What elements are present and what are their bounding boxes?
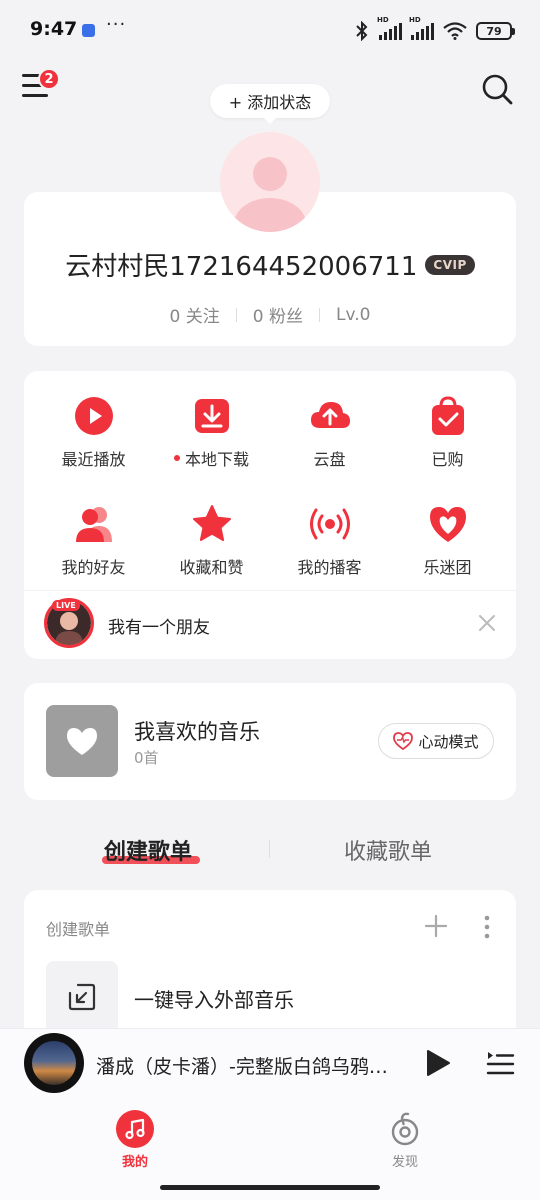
nav-mine-icon[interactable] bbox=[116, 1110, 154, 1148]
menu-badge: 2 bbox=[38, 68, 60, 90]
music-note-icon bbox=[125, 1118, 145, 1140]
nav-discover-label[interactable]: 发现 bbox=[392, 1151, 418, 1170]
import-music-cover[interactable] bbox=[46, 961, 118, 1033]
vip-badge[interactable]: CVIP bbox=[425, 254, 475, 275]
home-indicator[interactable] bbox=[160, 1185, 380, 1190]
notification-app-icon bbox=[82, 24, 95, 37]
now-playing-title[interactable]: 潘成（皮卡潘）-完整版白鸽乌鸦相爱的戏码 bbox=[96, 1052, 396, 1079]
heart-icon bbox=[67, 728, 97, 755]
stat-divider bbox=[319, 307, 321, 322]
tab-divider bbox=[269, 840, 270, 858]
followers-stat[interactable]: 0 粉丝 bbox=[253, 302, 303, 327]
search-icon[interactable] bbox=[480, 72, 514, 106]
grid-item-purchased[interactable]: 已购 bbox=[386, 394, 509, 494]
grid-item-friends[interactable]: 我的好友 bbox=[32, 502, 155, 602]
grid-item-podcast[interactable]: 我的播客 bbox=[268, 502, 391, 602]
level-stat[interactable]: Lv.0 bbox=[336, 305, 370, 325]
heartbeat-icon bbox=[393, 732, 414, 750]
friends-icon bbox=[75, 507, 112, 542]
album-art[interactable] bbox=[24, 1033, 84, 1093]
add-playlist-icon[interactable] bbox=[424, 914, 448, 938]
nav-mine-label[interactable]: 我的 bbox=[122, 1151, 148, 1170]
download-icon bbox=[194, 399, 229, 433]
live-banner-text[interactable]: 我有一个朋友 bbox=[108, 613, 210, 638]
grid-item-recent[interactable]: 最近播放 bbox=[32, 394, 155, 494]
shopping-bag-icon bbox=[431, 396, 464, 435]
import-icon bbox=[68, 983, 96, 1011]
broadcast-icon bbox=[309, 508, 350, 540]
star-icon bbox=[192, 505, 231, 541]
grid-item-fan-club[interactable]: 乐迷团 bbox=[386, 502, 509, 602]
close-icon[interactable] bbox=[476, 612, 498, 634]
default-avatar-icon bbox=[234, 157, 306, 232]
discover-icon[interactable] bbox=[388, 1111, 422, 1147]
avatar[interactable] bbox=[220, 132, 320, 232]
username[interactable]: 云村村民172164452006711 bbox=[65, 246, 417, 283]
signal-icon-2: HD bbox=[409, 16, 434, 40]
new-dot-indicator bbox=[173, 455, 180, 461]
profile-stats: 0 关注 0 粉丝 Lv.0 bbox=[24, 302, 516, 328]
tab-collected-playlists[interactable]: 收藏歌单 bbox=[344, 834, 432, 866]
add-status-button[interactable]: + 添加状态 bbox=[210, 84, 330, 124]
play-icon[interactable] bbox=[424, 1048, 452, 1078]
liked-music-title[interactable]: 我喜欢的音乐 bbox=[134, 716, 260, 746]
username-row: 云村村民172164452006711 CVIP bbox=[24, 246, 516, 283]
grid-item-local-download[interactable]: 本地下载 bbox=[150, 394, 273, 494]
cloud-upload-icon bbox=[310, 402, 350, 428]
status-icons: HD HD 79 bbox=[354, 16, 515, 42]
bluetooth-icon bbox=[356, 21, 368, 41]
status-time: 9:47 bbox=[30, 18, 78, 40]
more-notifications-icon: ··· bbox=[106, 14, 127, 35]
live-banner[interactable] bbox=[24, 590, 516, 658]
playlist-section-label: 创建歌单 bbox=[46, 920, 111, 939]
import-music-text[interactable]: 一键导入外部音乐 bbox=[134, 984, 294, 1013]
heartbeat-mode-button[interactable]: 心动模式 bbox=[378, 723, 494, 759]
following-stat[interactable]: 0 关注 bbox=[170, 302, 220, 327]
stat-divider bbox=[235, 307, 237, 322]
wifi-icon bbox=[443, 22, 467, 40]
liked-music-cover[interactable] bbox=[46, 705, 118, 777]
more-options-icon[interactable] bbox=[480, 914, 494, 940]
grid-item-cloud-disk[interactable]: 云盘 bbox=[268, 394, 391, 494]
playlist-queue-icon[interactable] bbox=[485, 1048, 515, 1078]
signal-icon-1: HD bbox=[377, 16, 402, 40]
grid-item-favorites[interactable]: 收藏和赞 bbox=[150, 502, 273, 602]
play-circle-icon bbox=[74, 397, 113, 435]
liked-music-count: 0首 bbox=[134, 749, 159, 767]
album-cover-image bbox=[32, 1041, 76, 1085]
live-tag: LIVE bbox=[52, 600, 80, 611]
battery-icon: 79 bbox=[476, 22, 515, 40]
fan-heart-icon bbox=[429, 507, 466, 542]
tab-created-playlists[interactable]: 创建歌单 bbox=[104, 834, 192, 866]
